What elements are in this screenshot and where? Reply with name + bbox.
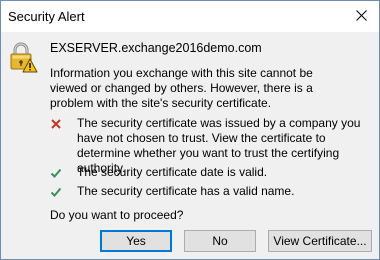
view-certificate-button[interactable]: View Certificate... — [268, 230, 372, 252]
cert-check-date: The security certificate date is valid. — [50, 165, 370, 181]
red-x-icon — [51, 119, 61, 129]
close-button[interactable] — [345, 1, 379, 31]
window-title: Security Alert — [8, 9, 85, 24]
cert-check-untrusted: The security certificate was issued by a… — [50, 116, 370, 175]
yes-button[interactable]: Yes — [100, 230, 172, 252]
cert-check-text: The security certificate has a valid nam… — [77, 184, 295, 198]
close-icon — [356, 10, 367, 21]
green-check-icon — [50, 187, 62, 197]
cert-check-text: The security certificate date is valid. — [77, 165, 268, 179]
cert-check-name: The security certificate has a valid nam… — [50, 184, 370, 200]
security-alert-dialog: Security Alert EXSERVER.exchange2016demo… — [0, 0, 380, 260]
info-text: Information you exchange with this site … — [50, 66, 313, 110]
padlock-warning-icon — [10, 42, 38, 73]
no-button[interactable]: No — [184, 230, 256, 252]
proceed-question: Do you want to proceed? — [50, 208, 184, 222]
green-check-icon — [50, 168, 62, 178]
site-hostname: EXSERVER.exchange2016demo.com — [50, 41, 262, 55]
title-bar: Security Alert — [1, 1, 379, 32]
dialog-content: EXSERVER.exchange2016demo.com Informatio… — [1, 32, 379, 259]
